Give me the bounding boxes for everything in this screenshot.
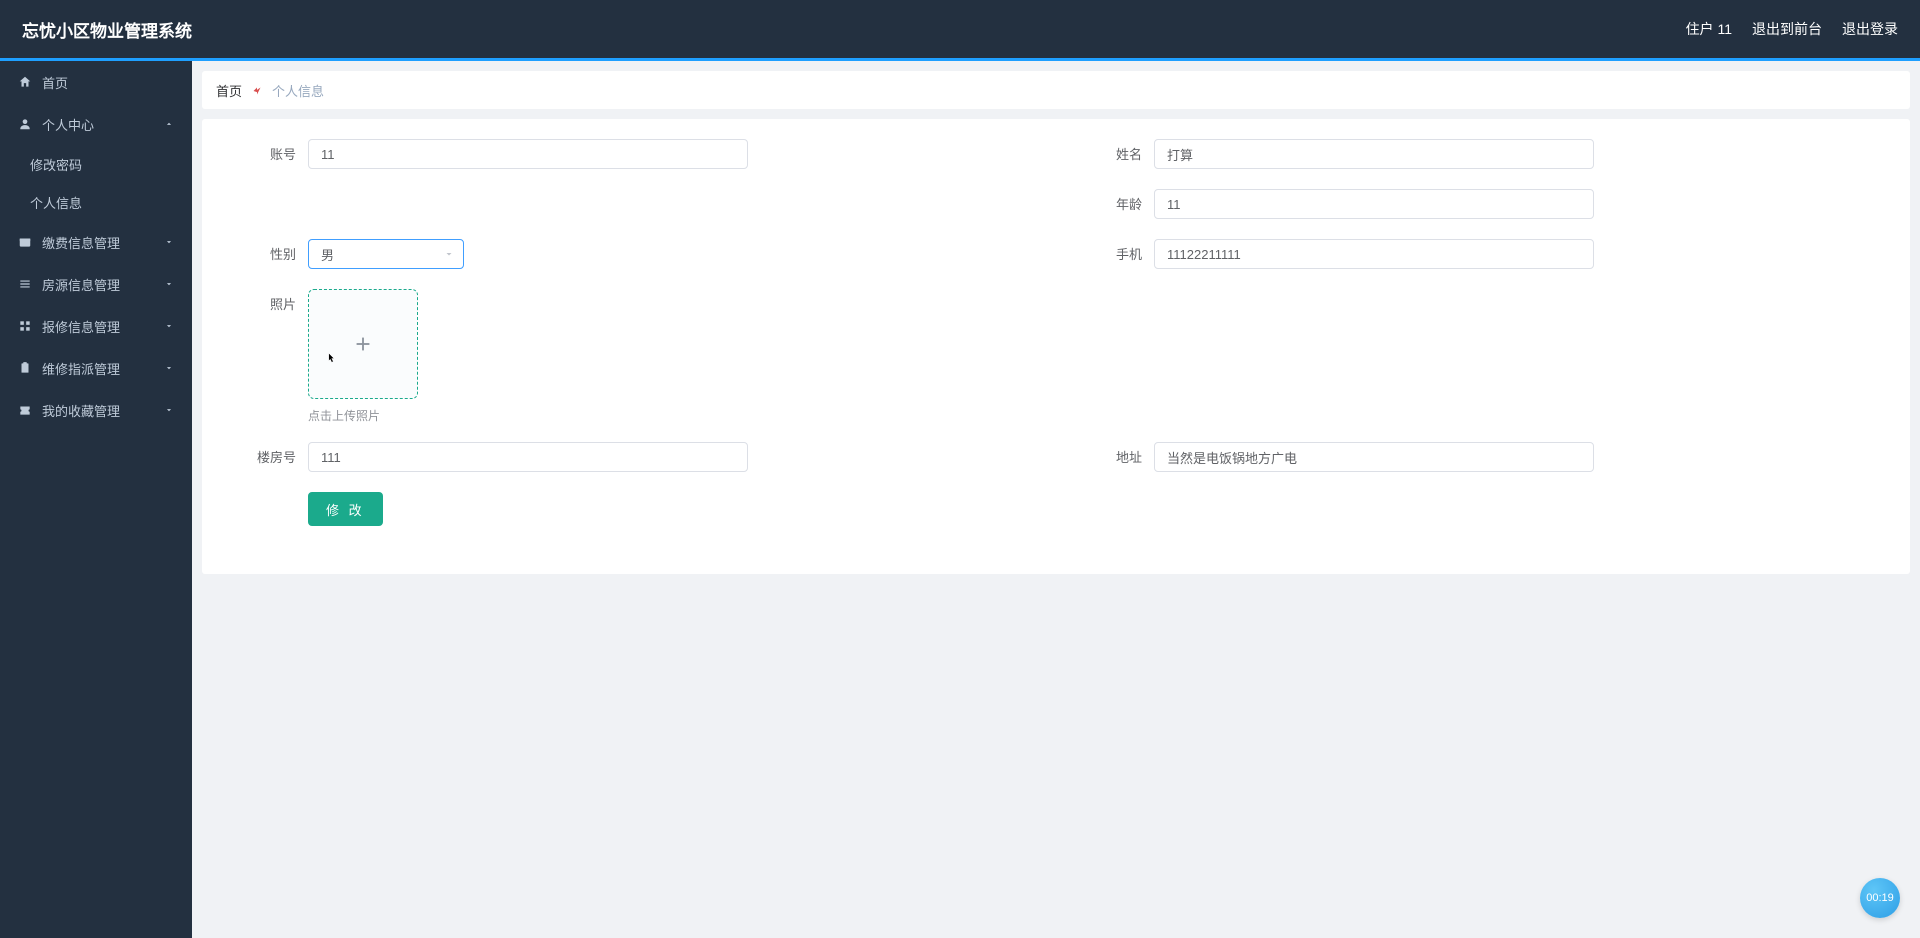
breadcrumb-home[interactable]: 首页 — [216, 81, 242, 100]
label-building: 楼房号 — [230, 442, 308, 474]
clipboard-icon — [18, 361, 32, 375]
home-icon — [18, 75, 32, 89]
chevron-down-icon — [164, 279, 174, 289]
sidebar-item-label: 修改密码 — [30, 155, 82, 174]
sidebar: 首页 个人中心 修改密码 个人信息 缴费信息管理 房源信息管理 报修信息管理 — [0, 61, 192, 938]
app-header: 忘忧小区物业管理系统 住户 11 退出到前台 退出登录 — [0, 0, 1920, 58]
label-gender: 性别 — [230, 239, 308, 271]
chevron-down-icon — [443, 248, 455, 260]
ticket-icon — [18, 403, 32, 417]
header-actions: 住户 11 退出到前台 退出登录 — [1686, 19, 1898, 39]
chevron-down-icon — [164, 405, 174, 415]
input-age[interactable] — [1154, 189, 1594, 219]
chevron-down-icon — [164, 237, 174, 247]
input-building[interactable] — [308, 442, 748, 472]
input-name[interactable] — [1154, 139, 1594, 169]
label-account: 账号 — [230, 139, 308, 171]
label-photo: 照片 — [230, 289, 308, 321]
input-account[interactable] — [308, 139, 748, 169]
frontend-link[interactable]: 退出到前台 — [1752, 19, 1822, 39]
breadcrumb-current: 个人信息 — [272, 81, 324, 100]
user-icon — [18, 117, 32, 131]
sidebar-item-favorite-mgmt[interactable]: 我的收藏管理 — [0, 389, 192, 431]
timer-badge[interactable]: 00:19 — [1860, 878, 1900, 918]
app-title: 忘忧小区物业管理系统 — [22, 17, 192, 42]
input-address[interactable] — [1154, 442, 1594, 472]
chevron-up-icon — [164, 119, 174, 129]
sidebar-subitem-personal-info[interactable]: 个人信息 — [0, 183, 192, 221]
input-phone[interactable] — [1154, 239, 1594, 269]
user-label[interactable]: 住户 11 — [1686, 19, 1732, 39]
sidebar-item-dispatch-mgmt[interactable]: 维修指派管理 — [0, 347, 192, 389]
breadcrumb: 首页 个人信息 — [202, 71, 1910, 109]
wallet-icon — [18, 235, 32, 249]
chevron-down-icon — [164, 363, 174, 373]
sidebar-item-repair-mgmt[interactable]: 报修信息管理 — [0, 305, 192, 347]
upload-photo[interactable] — [308, 289, 418, 399]
sidebar-item-label: 首页 — [42, 73, 68, 92]
sidebar-subitem-change-password[interactable]: 修改密码 — [0, 145, 192, 183]
chevron-down-icon — [164, 321, 174, 331]
grid-icon — [18, 319, 32, 333]
logout-link[interactable]: 退出登录 — [1842, 19, 1898, 39]
label-address: 地址 — [1076, 442, 1154, 474]
sidebar-item-label: 个人信息 — [30, 193, 82, 212]
form-card: 账号 姓名 年龄 — [202, 119, 1910, 574]
select-gender-value: 男 — [321, 245, 334, 264]
breadcrumb-separator-icon — [250, 82, 264, 98]
sidebar-item-housing-mgmt[interactable]: 房源信息管理 — [0, 263, 192, 305]
label-phone: 手机 — [1076, 239, 1154, 271]
sidebar-item-label: 个人中心 — [42, 115, 94, 134]
list-icon — [18, 277, 32, 291]
sidebar-item-label: 房源信息管理 — [42, 275, 120, 294]
label-age: 年龄 — [1076, 189, 1154, 221]
timer-value: 00:19 — [1866, 892, 1894, 904]
sidebar-item-payment-mgmt[interactable]: 缴费信息管理 — [0, 221, 192, 263]
label-name: 姓名 — [1076, 139, 1154, 171]
sidebar-item-personal-center[interactable]: 个人中心 — [0, 103, 192, 145]
submit-button[interactable]: 修 改 — [308, 492, 383, 526]
sidebar-item-label: 缴费信息管理 — [42, 233, 120, 252]
sidebar-item-label: 报修信息管理 — [42, 317, 120, 336]
sidebar-item-label: 我的收藏管理 — [42, 401, 120, 420]
upload-hint: 点击上传照片 — [308, 407, 1036, 424]
plus-icon — [352, 333, 374, 355]
main-content: 首页 个人信息 账号 姓名 — [192, 61, 1920, 938]
sidebar-item-home[interactable]: 首页 — [0, 61, 192, 103]
select-gender[interactable]: 男 — [308, 239, 464, 269]
sidebar-item-label: 维修指派管理 — [42, 359, 120, 378]
